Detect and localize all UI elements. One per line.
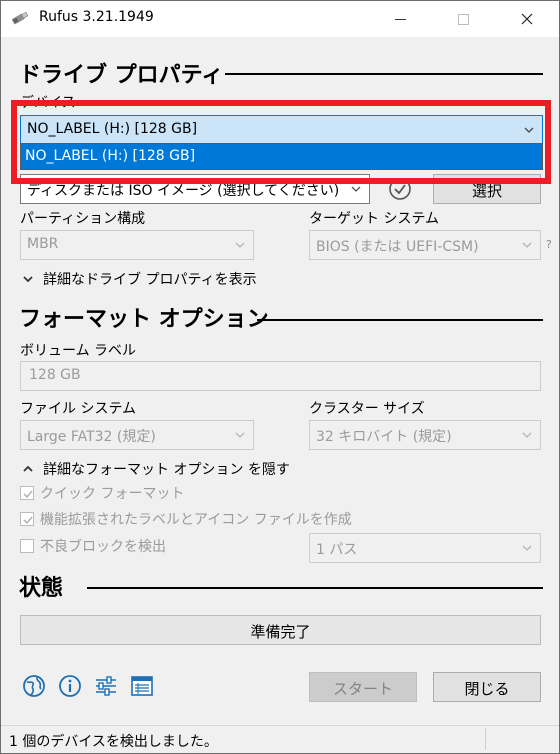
close-icon — [521, 13, 533, 25]
start-button[interactable]: スタート — [309, 672, 417, 702]
window-title: Rufus 3.21.1949 — [39, 9, 154, 25]
cluster-size-combo[interactable]: 32 キロバイト (規定) — [309, 420, 541, 450]
maximize-icon — [457, 13, 469, 25]
settings-button[interactable] — [93, 673, 119, 699]
extended-label-text: 機能拡張されたラベルとアイコン ファイルを作成 — [40, 512, 352, 528]
partition-scheme-value: MBR — [27, 236, 59, 252]
bad-blocks-checkbox[interactable]: 不良ブロックを検出 — [20, 536, 166, 556]
bad-blocks-label: 不良ブロックを検出 — [40, 539, 166, 555]
advanced-format-label: 詳細なフォーマット オプション を隠す — [43, 462, 290, 478]
chevron-down-icon — [522, 242, 532, 248]
title-bar: Rufus 3.21.1949 — [1, 1, 559, 37]
maximize-button[interactable] — [440, 1, 486, 37]
file-system-value: Large FAT32 (規定) — [27, 429, 156, 445]
section-divider — [257, 319, 543, 321]
checkbox-checked-icon — [20, 512, 34, 526]
passes-combo[interactable]: 1 パス — [309, 533, 541, 563]
hide-advanced-format-toggle[interactable]: 詳細なフォーマット オプション を隠す — [23, 459, 290, 479]
minimize-icon — [394, 18, 406, 20]
cluster-size-value: 32 キロバイト (規定) — [316, 429, 452, 445]
quick-format-label: クイック フォーマット — [40, 486, 185, 502]
partition-scheme-combo[interactable]: MBR — [20, 230, 254, 260]
passes-value: 1 パス — [316, 542, 358, 558]
chevron-down-icon — [522, 432, 532, 438]
chevron-down-icon — [23, 276, 33, 283]
volume-label-input[interactable]: 128 GB — [20, 361, 541, 391]
help-mark[interactable]: ? — [546, 238, 552, 251]
checkbox-unchecked-icon — [20, 539, 34, 553]
about-button[interactable] — [57, 673, 83, 699]
chevron-up-icon — [23, 465, 33, 472]
cluster-size-label: クラスター サイズ — [309, 401, 425, 417]
quick-format-checkbox[interactable]: クイック フォーマット — [20, 483, 184, 503]
globe-icon — [23, 675, 45, 697]
chevron-down-icon — [235, 432, 245, 438]
status-bar-separator — [485, 728, 486, 750]
language-button[interactable] — [21, 673, 47, 699]
show-advanced-drive-toggle[interactable]: 詳細なドライブ プロパティを表示 — [23, 269, 257, 289]
rufus-window: Rufus 3.21.1949 ドライブ プロパティ デバイス ディスクまたは … — [0, 0, 560, 754]
target-system-combo[interactable]: BIOS (または UEFI-CSM) — [309, 230, 541, 260]
volume-label-value: 128 GB — [29, 367, 81, 383]
status-header: 状態 — [19, 576, 64, 601]
volume-label-label: ボリューム ラベル — [20, 343, 137, 359]
section-divider — [87, 587, 543, 589]
chevron-down-icon — [235, 242, 245, 248]
partition-scheme-label: パーティション構成 — [20, 211, 146, 227]
format-options-header: フォーマット オプション — [19, 307, 269, 332]
chevron-down-icon — [522, 545, 532, 551]
file-system-label: ファイル システム — [20, 401, 137, 417]
target-system-label: ターゲット システム — [309, 211, 440, 227]
minimize-button[interactable] — [377, 1, 423, 37]
sliders-icon — [96, 676, 116, 696]
usb-drive-icon — [10, 10, 30, 26]
chevron-down-icon — [351, 186, 361, 192]
status-bar-text: 1 個のデバイスを検出しました。 — [9, 734, 218, 750]
target-system-value: BIOS (または UEFI-CSM) — [316, 239, 479, 255]
log-icon — [131, 676, 153, 696]
section-divider — [225, 73, 543, 75]
checkbox-checked-icon — [20, 486, 34, 500]
drive-properties-header: ドライブ プロパティ — [19, 63, 224, 88]
highlight-annotation — [11, 100, 551, 184]
extended-label-checkbox[interactable]: 機能拡張されたラベルとアイコン ファイルを作成 — [20, 509, 352, 529]
boot-selection-value: ディスクまたは ISO イメージ (選択してください) — [27, 183, 340, 199]
file-system-combo[interactable]: Large FAT32 (規定) — [20, 420, 254, 450]
close-button[interactable]: 閉じる — [433, 672, 541, 702]
status-progress-text: 準備完了 — [250, 623, 311, 641]
close-window-button[interactable] — [504, 1, 550, 37]
status-progress-bar: 準備完了 — [20, 615, 541, 645]
advanced-drive-label: 詳細なドライブ プロパティを表示 — [43, 272, 257, 288]
status-bar: 1 個のデバイスを検出しました。 — [1, 725, 559, 753]
info-icon — [59, 675, 81, 697]
log-button[interactable] — [129, 673, 155, 699]
